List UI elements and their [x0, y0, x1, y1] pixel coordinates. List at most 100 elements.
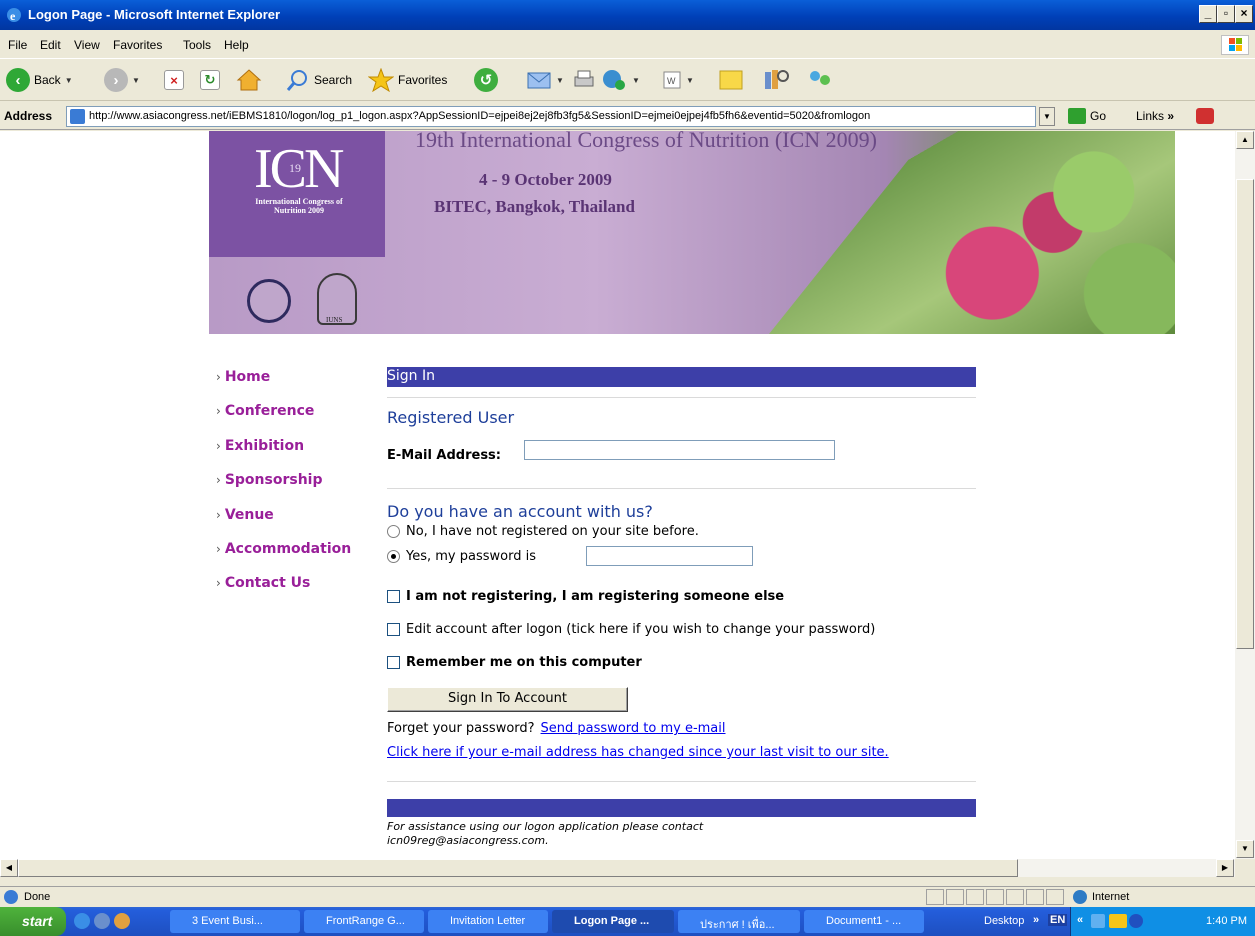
standard-toolbar: ‹ Back ▼ › ▼ × ↻ Search Favorites ↺ ▼ ▼ W ▼ [0, 59, 1255, 101]
stop-icon: × [164, 70, 184, 90]
address-label: Address [4, 109, 53, 123]
taskbar-item-thai-announcement[interactable]: ประกาศ ! เพื่อ... [678, 910, 800, 933]
status-pane [946, 889, 964, 905]
desktop-toolbar[interactable]: Desktop [984, 915, 1024, 927]
scroll-right-arrow-icon[interactable]: ▶ [1216, 859, 1234, 877]
icn-logo-panel: ICN 19 International Congress of Nutriti… [209, 131, 385, 257]
print-button[interactable] [572, 67, 596, 93]
footer-bar [387, 799, 976, 817]
mail-button[interactable]: ▼ [526, 67, 564, 93]
nav-exhibition[interactable]: › Exhibition [216, 438, 376, 472]
menu-file[interactable]: File [8, 38, 27, 52]
password-input[interactable] [586, 546, 753, 566]
search-button[interactable]: Search [286, 67, 352, 93]
menu-view[interactable]: View [74, 38, 100, 52]
changed-email-line: Click here if your e-mail address has ch… [387, 745, 889, 760]
tray-expand-icon[interactable]: « [1077, 914, 1083, 926]
forget-password-line: Forget your password? Send password to m… [387, 721, 726, 736]
ie-icon: e [6, 7, 22, 23]
sign-in-button[interactable]: Sign In To Account [387, 687, 628, 712]
menu-tools[interactable]: Tools [183, 38, 211, 52]
radio-has-password[interactable]: Yes, my password is [387, 549, 536, 564]
stop-button[interactable]: × [164, 67, 184, 93]
radio-button[interactable] [387, 525, 400, 538]
checkbox[interactable] [387, 623, 400, 636]
registered-user-heading: Registered User [387, 408, 515, 427]
menu-favorites[interactable]: Favorites [113, 38, 162, 52]
links-button[interactable]: Links » [1136, 109, 1174, 123]
checkbox-registering-someone-else[interactable]: I am not registering, I am registering s… [387, 589, 784, 604]
iuns-label: IUNS [326, 316, 343, 324]
send-password-link[interactable]: Send password to my e-mail [541, 721, 726, 736]
research-books-icon [765, 70, 789, 89]
checkbox-remember-me[interactable]: Remember me on this computer [387, 655, 642, 670]
status-pane [1046, 889, 1064, 905]
tray-app-icon[interactable] [1129, 914, 1143, 928]
restore-button[interactable]: ▫ [1217, 5, 1235, 23]
horizontal-scroll-thumb[interactable] [18, 859, 1018, 877]
printer-icon [574, 70, 594, 87]
minimize-button[interactable]: _ [1199, 5, 1217, 23]
scroll-down-arrow-icon[interactable]: ▼ [1236, 840, 1254, 858]
contacts-button[interactable] [806, 67, 834, 93]
nav-contact-us[interactable]: › Contact Us [216, 575, 376, 609]
nav-accommodation[interactable]: › Accommodation [216, 541, 376, 575]
mail-icon [527, 72, 551, 89]
nav-venue[interactable]: › Venue [216, 507, 376, 541]
research-button[interactable] [762, 67, 790, 93]
ie-quicklaunch-icon[interactable] [74, 913, 90, 929]
go-button[interactable]: Go [1068, 108, 1106, 124]
refresh-icon: ↻ [200, 70, 220, 90]
vertical-scrollbar[interactable]: ▲ ▼ [1235, 131, 1255, 859]
toolbar-expand-icon[interactable]: » [1033, 914, 1039, 926]
people-icon [810, 71, 830, 85]
edit-button[interactable]: W ▼ [662, 67, 694, 93]
menu-edit[interactable]: Edit [40, 38, 61, 52]
address-dropdown[interactable]: ▼ [1039, 107, 1055, 126]
forward-arrow-icon: › [104, 68, 128, 92]
taskbar-item-frontrange[interactable]: FrontRange G... [304, 910, 424, 933]
media-quicklaunch-icon[interactable] [114, 913, 130, 929]
checkbox[interactable] [387, 590, 400, 603]
page-done-icon [4, 890, 18, 904]
email-input[interactable] [524, 440, 835, 460]
checkbox-edit-account[interactable]: Edit account after logon (tick here if y… [387, 622, 875, 637]
vertical-scroll-thumb[interactable] [1236, 179, 1254, 649]
taskbar-item-event-business[interactable]: 3 Event Busi... [170, 910, 300, 933]
forward-button[interactable]: › ▼ [104, 67, 140, 93]
email-label: E-Mail Address: [387, 448, 501, 463]
horizontal-scrollbar[interactable]: ◀ ▶ [0, 859, 1235, 877]
nav-sponsorship[interactable]: › Sponsorship [216, 472, 376, 506]
acrobat-icon[interactable] [1196, 108, 1214, 124]
taskbar-item-logon-page[interactable]: Logon Page ... [552, 910, 674, 933]
antivirus-icon[interactable] [1109, 914, 1127, 928]
refresh-button[interactable]: ↻ [200, 67, 220, 93]
language-indicator[interactable]: EN [1048, 914, 1068, 926]
network-icon[interactable] [1091, 914, 1105, 928]
start-button[interactable]: start [0, 907, 66, 936]
back-button[interactable]: ‹ Back ▼ [6, 67, 73, 93]
radio-not-registered[interactable]: No, I have not registered on your site b… [387, 524, 699, 539]
scroll-up-arrow-icon[interactable]: ▲ [1236, 131, 1254, 149]
checkbox[interactable] [387, 656, 400, 669]
nav-home[interactable]: › Home [216, 369, 376, 403]
history-button[interactable]: ↺ [474, 67, 498, 93]
nav-conference[interactable]: › Conference [216, 403, 376, 437]
menu-help[interactable]: Help [224, 38, 249, 52]
title-bar: e Logon Page - Microsoft Internet Explor… [0, 0, 1255, 30]
desktop-quicklaunch-icon[interactable] [94, 913, 110, 929]
event-dates: 4 - 9 October 2009 [479, 170, 612, 189]
scroll-left-arrow-icon[interactable]: ◀ [0, 859, 18, 877]
radio-button-selected[interactable] [387, 550, 400, 563]
favorites-button[interactable]: Favorites [368, 67, 447, 93]
folder-button[interactable] [718, 67, 746, 93]
close-button[interactable]: × [1235, 5, 1253, 23]
address-bar: Address http://www.asiacongress.net/iEBM… [0, 102, 1255, 130]
changed-email-link[interactable]: Click here if your e-mail address has ch… [387, 745, 889, 760]
taskbar-item-invitation-letter[interactable]: Invitation Letter [428, 910, 548, 933]
notes-icon [719, 70, 743, 90]
address-input[interactable]: http://www.asiacongress.net/iEBMS1810/lo… [66, 106, 1036, 127]
messenger-button[interactable]: ▼ [600, 67, 640, 93]
taskbar-item-document1[interactable]: Document1 - ... [804, 910, 924, 933]
home-button[interactable] [236, 67, 262, 93]
